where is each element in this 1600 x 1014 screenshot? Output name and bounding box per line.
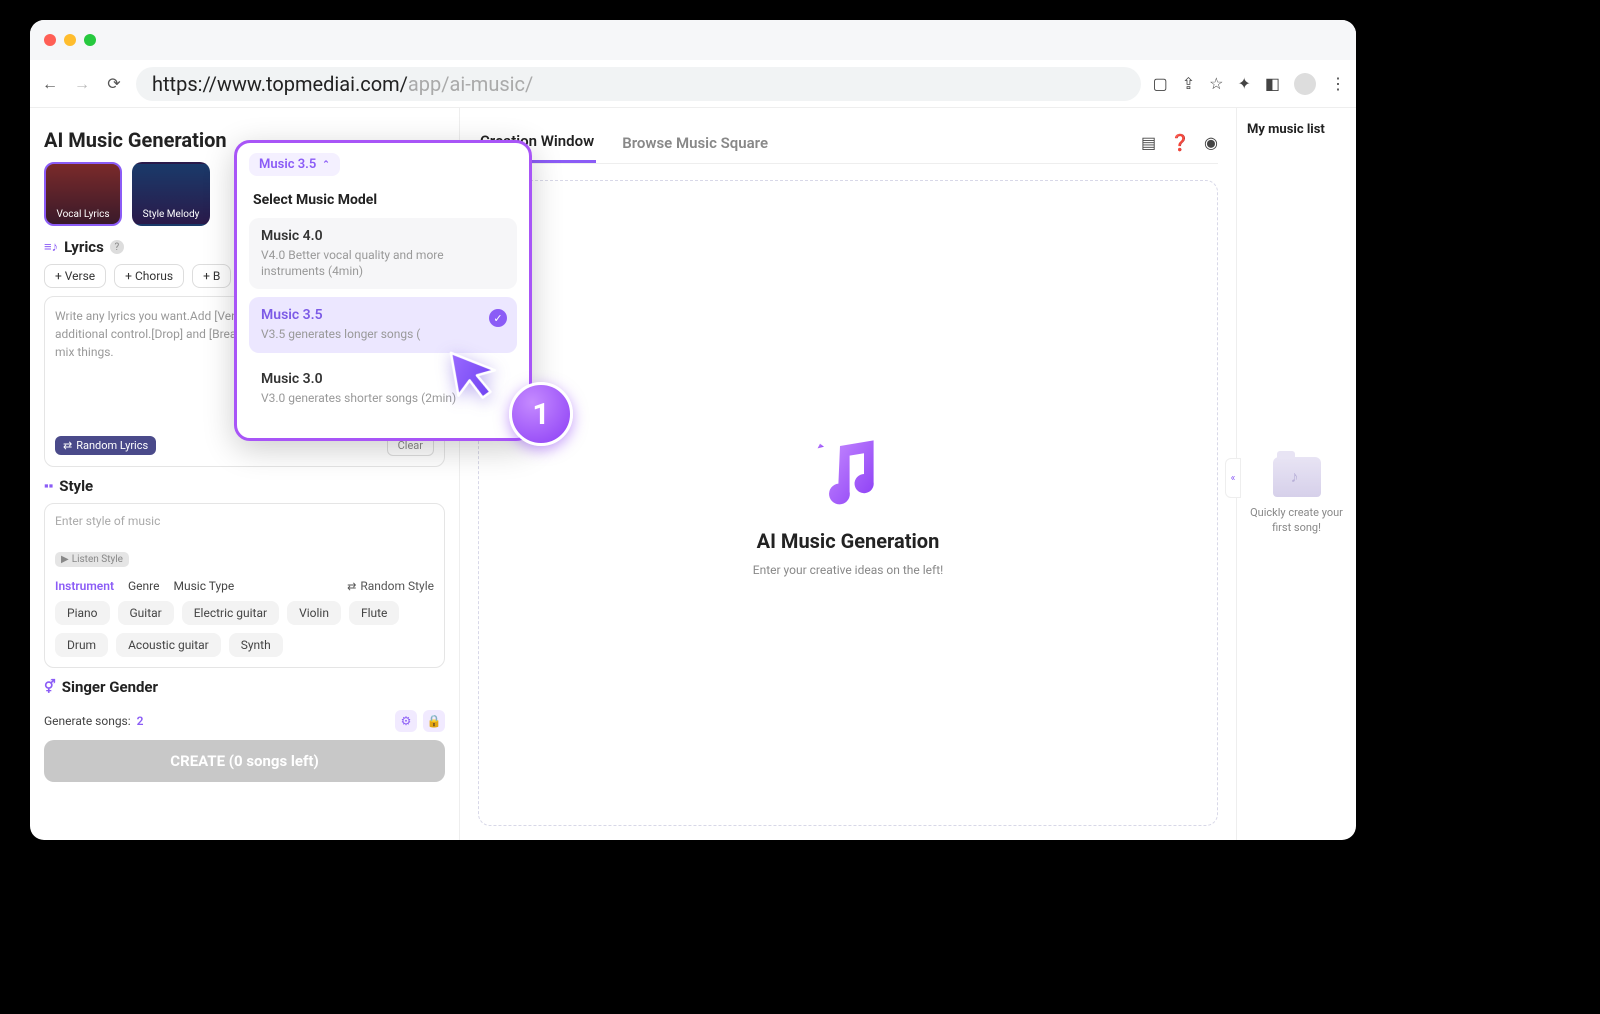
help-circle-icon[interactable]: ❓ bbox=[1170, 133, 1190, 152]
random-style-button[interactable]: ⇄ Random Style bbox=[347, 579, 434, 593]
generate-label: Generate songs: bbox=[44, 714, 131, 728]
center-tabs: Creation Window Browse Music Square ▤ ❓ … bbox=[478, 122, 1218, 164]
extensions-icon[interactable]: ✦ bbox=[1237, 74, 1250, 93]
style-tabs: Instrument Genre Music Type bbox=[55, 579, 234, 593]
mode-card-style-melody[interactable]: Style Melody bbox=[132, 162, 210, 226]
toolbar-icons: ▢ ⇪ ☆ ✦ ◧ ⋮ bbox=[1153, 73, 1346, 95]
url-light: app/ai-music/ bbox=[408, 72, 533, 96]
chip-chorus[interactable]: + Chorus bbox=[114, 264, 184, 288]
window-titlebar bbox=[30, 20, 1356, 60]
style-box: Enter style of music ▶Listen Style Instr… bbox=[44, 503, 445, 668]
center-body: AI Music Generation Enter your creative … bbox=[478, 180, 1218, 826]
zoom-window-dot[interactable] bbox=[84, 34, 96, 46]
dropdown-title: Select Music Model bbox=[253, 192, 517, 208]
kebab-menu-icon[interactable]: ⋮ bbox=[1330, 74, 1346, 93]
history-icon[interactable]: ▤ bbox=[1141, 133, 1156, 152]
tag-flute[interactable]: Flute bbox=[349, 601, 399, 625]
browser-toolbar: ← → ⟳ https://www.topmediai.com/app/ai-m… bbox=[30, 60, 1356, 108]
tag-electric-guitar[interactable]: Electric guitar bbox=[182, 601, 279, 625]
panel-icon[interactable]: ◧ bbox=[1265, 74, 1280, 93]
mode-card-label: Vocal Lyrics bbox=[56, 209, 109, 220]
random-style-label: Random Style bbox=[360, 579, 434, 593]
help-icon[interactable]: ? bbox=[110, 240, 124, 254]
music-note-icon bbox=[803, 429, 893, 519]
share-icon[interactable]: ⇪ bbox=[1182, 74, 1195, 93]
tag-acoustic-guitar[interactable]: Acoustic guitar bbox=[116, 633, 221, 657]
tag-piano[interactable]: Piano bbox=[55, 601, 110, 625]
center-subtext: Enter your creative ideas on the left! bbox=[753, 563, 943, 577]
style-input[interactable]: Enter style of music bbox=[55, 514, 434, 544]
center-heading: AI Music Generation bbox=[757, 529, 940, 553]
play-icon: ▶ bbox=[61, 554, 69, 565]
tag-violin[interactable]: Violin bbox=[287, 601, 341, 625]
tab-browse-music-square[interactable]: Browse Music Square bbox=[620, 124, 770, 162]
tag-guitar[interactable]: Guitar bbox=[118, 601, 174, 625]
mode-card-vocal-lyrics[interactable]: Vocal Lyrics bbox=[44, 162, 122, 226]
dropdown-item-name: Music 3.5 bbox=[261, 307, 505, 323]
tutorial-cursor-icon bbox=[437, 335, 509, 407]
shuffle-icon: ⇄ bbox=[63, 439, 72, 452]
lock-icon[interactable]: 🔒 bbox=[423, 710, 445, 732]
listen-style-label: Listen Style bbox=[72, 554, 123, 565]
random-lyrics-label: Random Lyrics bbox=[76, 439, 148, 452]
create-button[interactable]: CREATE (0 songs left) bbox=[44, 740, 445, 782]
my-music-list-title: My music list bbox=[1247, 122, 1325, 137]
generate-count[interactable]: 2 bbox=[137, 714, 144, 728]
folder-text: Quickly create your first song! bbox=[1247, 505, 1346, 536]
app-body: AI Music Generation Vocal Lyrics Style M… bbox=[30, 108, 1356, 840]
dropdown-item-name: Music 4.0 bbox=[261, 228, 505, 244]
minimize-window-dot[interactable] bbox=[64, 34, 76, 46]
dropdown-item-music-4[interactable]: Music 4.0 V4.0 Better vocal quality and … bbox=[249, 218, 517, 289]
back-icon[interactable]: ← bbox=[40, 74, 60, 94]
style-heading-label: Style bbox=[59, 477, 93, 495]
model-dropdown-trigger-label: Music 3.5 bbox=[259, 157, 316, 172]
close-window-dot[interactable] bbox=[44, 34, 56, 46]
chip-bridge[interactable]: + B bbox=[192, 264, 231, 288]
lyrics-icon: ≡♪ bbox=[44, 239, 58, 255]
discord-icon[interactable]: ◉ bbox=[1204, 133, 1218, 152]
right-panel: My music list « Quickly create your firs… bbox=[1236, 108, 1356, 840]
generate-controls: ⚙ 🔒 bbox=[395, 710, 445, 732]
folder-icon bbox=[1273, 457, 1321, 497]
empty-music-folder: Quickly create your first song! bbox=[1247, 457, 1346, 536]
chip-verse[interactable]: + Verse bbox=[44, 264, 106, 288]
tag-synth[interactable]: Synth bbox=[229, 633, 283, 657]
url-bar[interactable]: https://www.topmediai.com/app/ai-music/ bbox=[136, 67, 1141, 101]
style-tag-row: Piano Guitar Electric guitar Violin Flut… bbox=[55, 601, 434, 657]
install-icon[interactable]: ▢ bbox=[1153, 74, 1168, 93]
tab-genre[interactable]: Genre bbox=[128, 579, 159, 593]
gender-icon: ⚥ bbox=[44, 680, 56, 695]
random-lyrics-button[interactable]: ⇄ Random Lyrics bbox=[55, 436, 156, 455]
profile-avatar[interactable] bbox=[1294, 73, 1316, 95]
center-tab-icons: ▤ ❓ ◉ bbox=[1141, 133, 1218, 152]
style-tab-row: Instrument Genre Music Type ⇄ Random Styl… bbox=[55, 579, 434, 593]
center-panel: Creation Window Browse Music Square ▤ ❓ … bbox=[460, 108, 1236, 840]
mode-card-label: Style Melody bbox=[143, 209, 200, 220]
reload-icon[interactable]: ⟳ bbox=[104, 74, 124, 94]
url-dark: https://www.topmediai.com/ bbox=[152, 72, 408, 96]
settings-icon[interactable]: ⚙ bbox=[395, 710, 417, 732]
lyrics-heading-label: Lyrics bbox=[64, 238, 104, 256]
shuffle-icon: ⇄ bbox=[347, 580, 356, 593]
listen-style-button[interactable]: ▶Listen Style bbox=[55, 552, 129, 567]
forward-icon[interactable]: → bbox=[72, 74, 92, 94]
model-dropdown-trigger[interactable]: Music 3.5 ⌃ bbox=[249, 153, 340, 176]
tutorial-step-badge: 1 bbox=[509, 382, 573, 446]
dropdown-item-desc: V4.0 Better vocal quality and more instr… bbox=[261, 248, 505, 279]
style-icon: ▪▪ bbox=[44, 478, 53, 494]
singer-heading-label: Singer Gender bbox=[62, 678, 158, 696]
browser-window: ← → ⟳ https://www.topmediai.com/app/ai-m… bbox=[30, 20, 1356, 840]
tab-music-type[interactable]: Music Type bbox=[173, 579, 234, 593]
style-heading: ▪▪ Style bbox=[44, 477, 445, 495]
generate-row: Generate songs: 2 ⚙ 🔒 bbox=[44, 710, 445, 732]
check-icon: ✓ bbox=[489, 309, 507, 327]
tab-instrument[interactable]: Instrument bbox=[55, 579, 114, 593]
collapse-right-panel-icon[interactable]: « bbox=[1225, 458, 1241, 498]
chevron-up-icon: ⌃ bbox=[322, 160, 330, 170]
singer-heading: ⚥ Singer Gender bbox=[44, 678, 445, 696]
bookmark-icon[interactable]: ☆ bbox=[1209, 74, 1223, 93]
tag-drum[interactable]: Drum bbox=[55, 633, 108, 657]
